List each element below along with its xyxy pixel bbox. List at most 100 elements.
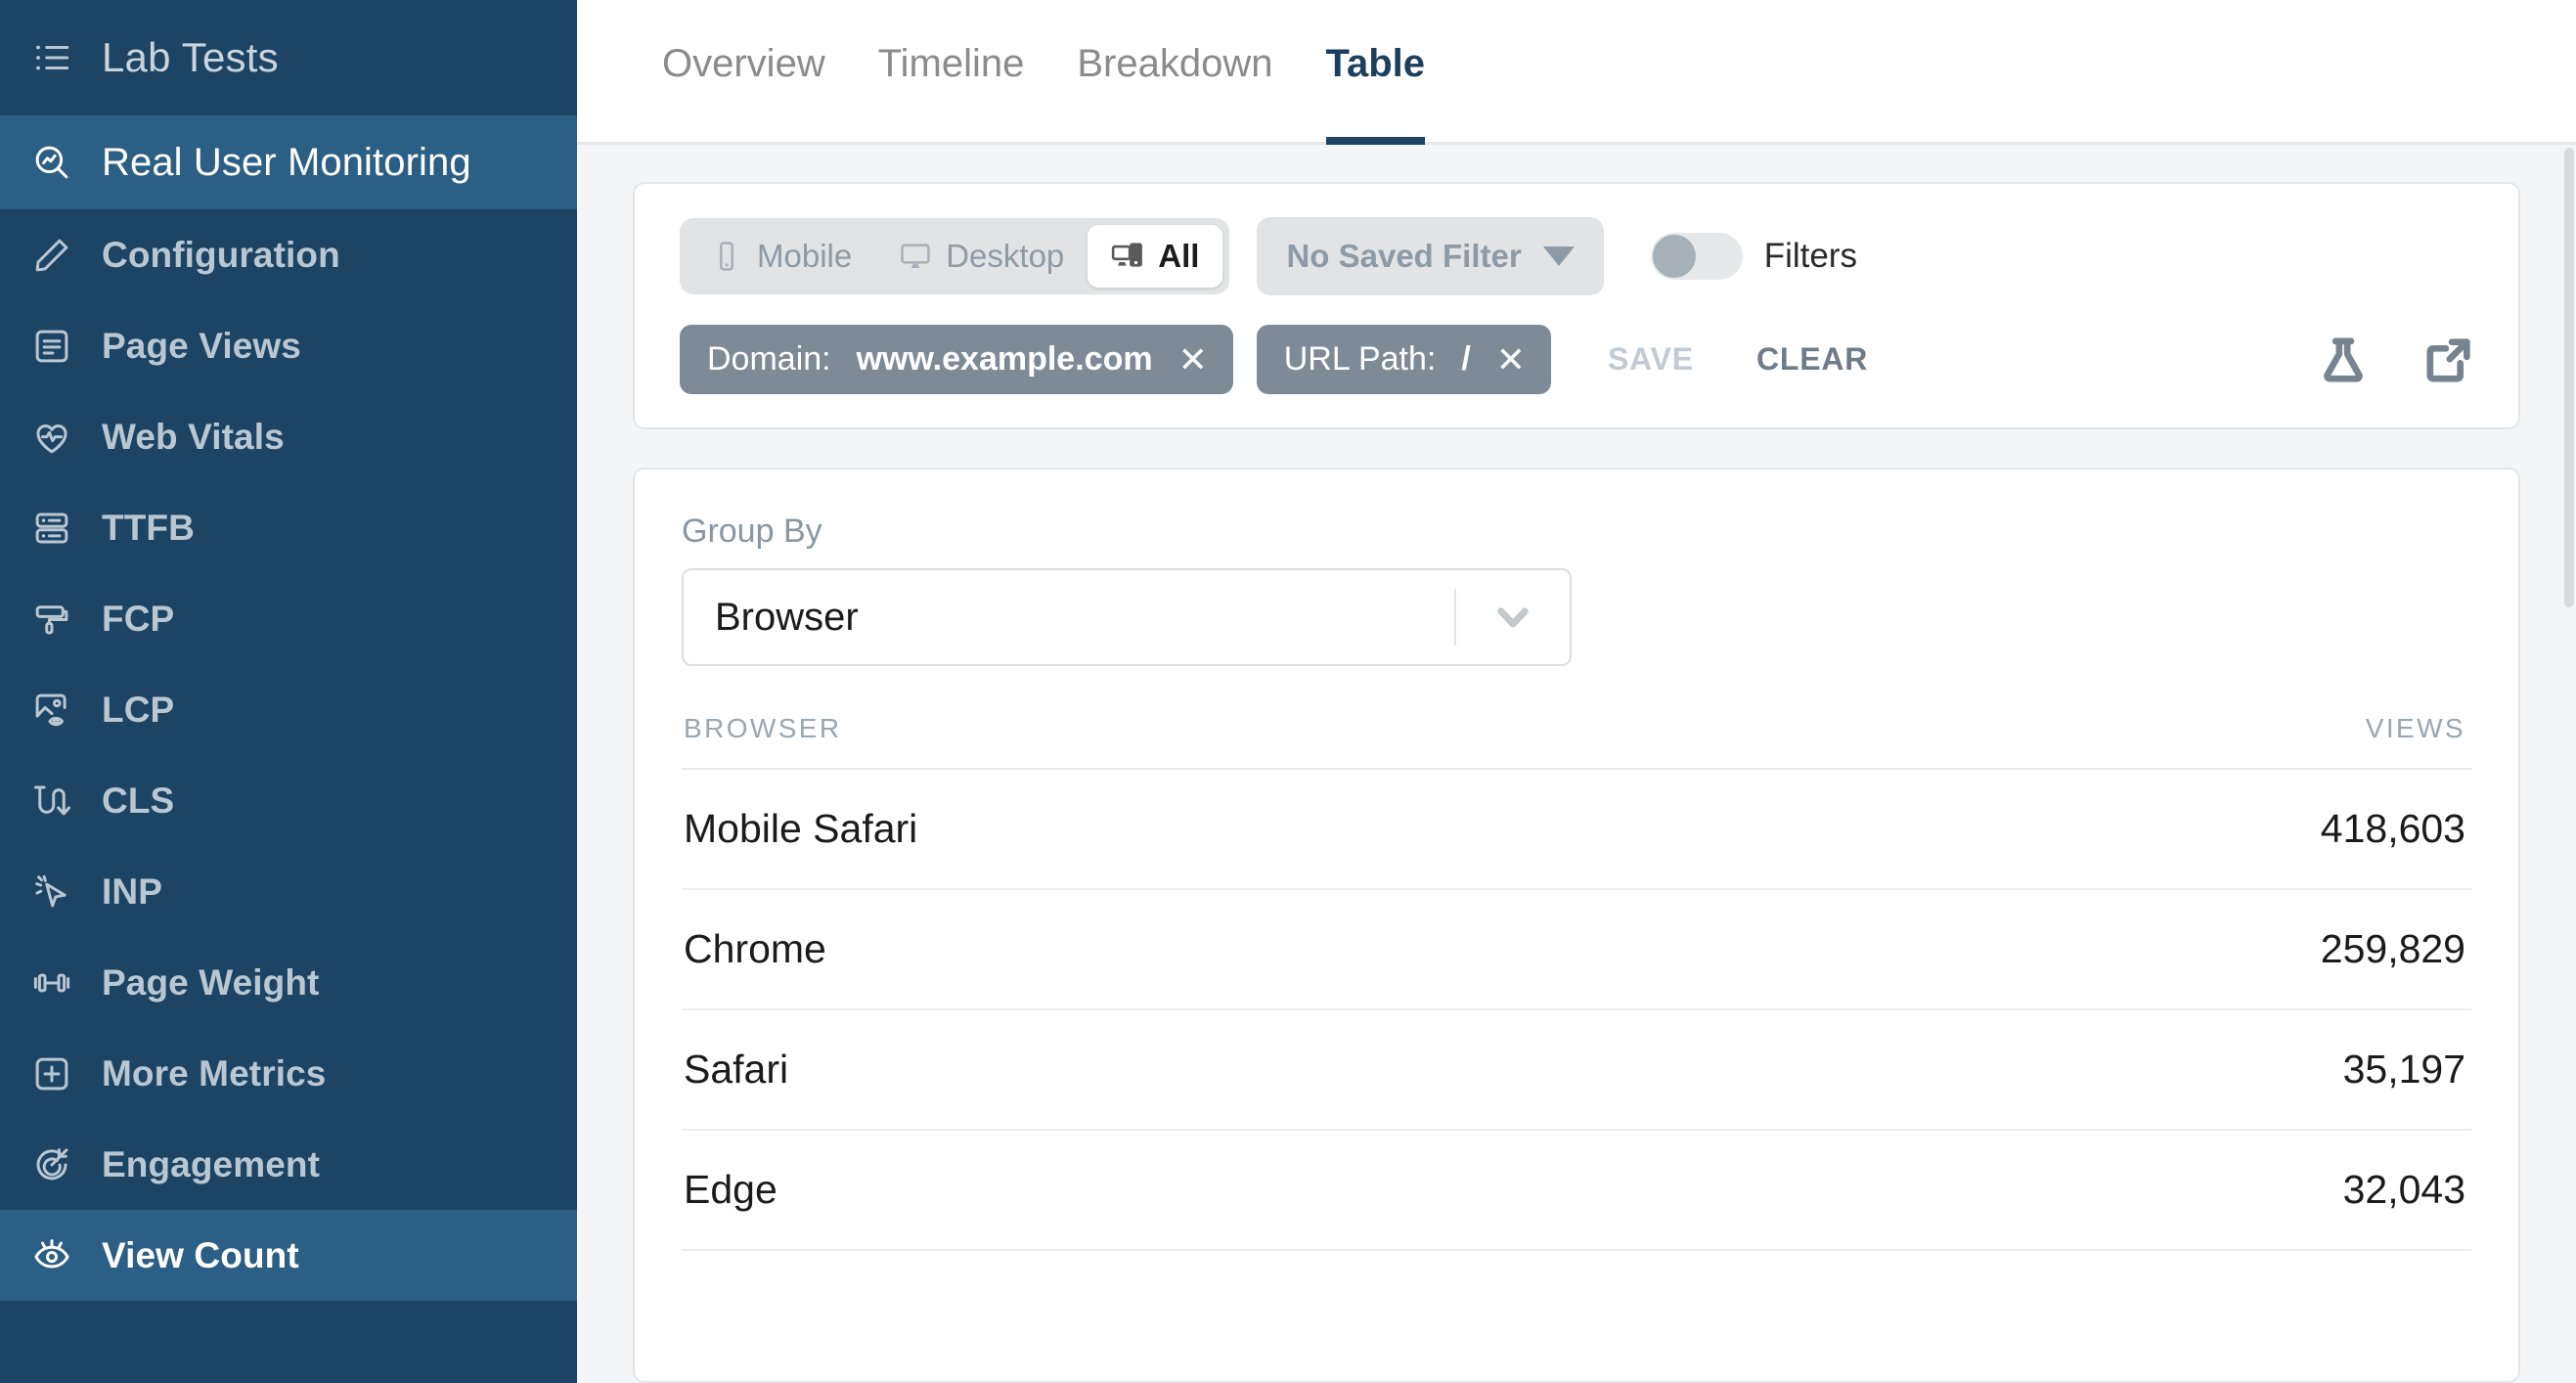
sidebar-item-label: Web Vitals — [102, 416, 285, 457]
dumbbell-icon — [29, 960, 74, 1005]
chevron-down-icon[interactable] — [1456, 597, 1570, 638]
sidebar-item-fcp[interactable]: FCP — [0, 573, 577, 664]
filters-toggle-group: Filters — [1650, 233, 1857, 280]
device-option-desktop[interactable]: Desktop — [875, 225, 1088, 288]
scrollbar-thumb[interactable] — [2564, 148, 2574, 607]
table-row[interactable]: Chrome 259,829 — [682, 890, 2471, 1010]
document-icon — [29, 324, 74, 369]
server-icon — [29, 506, 74, 551]
main-panel: Overview Timeline Breakdown Table Mobile — [577, 0, 2576, 1383]
column-header-browser: BROWSER — [684, 713, 842, 743]
sidebar-header[interactable]: Lab Tests — [0, 0, 577, 115]
sidebar-item-inp[interactable]: INP — [0, 846, 577, 937]
filters-toggle[interactable] — [1650, 233, 1743, 280]
sidebar-item-label: Page Weight — [102, 961, 320, 1003]
filters-toggle-label: Filters — [1763, 237, 1857, 275]
sidebar-item-label: Page Views — [102, 325, 301, 366]
row-browser-name: Mobile Safari — [684, 806, 918, 851]
row-views-value: 418,603 — [2320, 806, 2465, 851]
sidebar-item-label: Engagement — [102, 1143, 321, 1184]
sidebar-item-page-views[interactable]: Page Views — [0, 300, 577, 391]
monitor-icon — [899, 240, 932, 273]
heart-pulse-icon — [29, 415, 74, 460]
sidebar-item-label: View Count — [102, 1234, 299, 1275]
sidebar-item-label: Real User Monitoring — [102, 140, 471, 184]
device-option-mobile[interactable]: Mobile — [687, 225, 875, 288]
image-eye-icon — [29, 688, 74, 733]
external-link-icon[interactable] — [2424, 335, 2473, 384]
sidebar-item-ttfb[interactable]: TTFB — [0, 482, 577, 573]
row-browser-name: Safari — [684, 1047, 789, 1092]
saved-filter-dropdown[interactable]: No Saved Filter — [1257, 217, 1604, 295]
sidebar-item-page-weight[interactable]: Page Weight — [0, 937, 577, 1028]
table-row[interactable]: Safari 35,197 — [682, 1010, 2471, 1131]
device-option-label: All — [1158, 238, 1200, 274]
filter-controls-row: Mobile Desktop All No Saved Filter Filte… — [680, 217, 2473, 295]
clear-filter-button[interactable]: CLEAR — [1749, 341, 1876, 378]
save-filter-button[interactable]: SAVE — [1600, 341, 1702, 378]
table-card: Group By Browser BROWSER VIEWS Mobile Sa… — [633, 468, 2520, 1383]
sidebar-item-web-vitals[interactable]: Web Vitals — [0, 391, 577, 482]
close-icon[interactable]: ✕ — [1178, 341, 1208, 378]
tab-bar: Overview Timeline Breakdown Table — [577, 0, 2576, 145]
sidebar-item-label: FCP — [102, 598, 175, 639]
devices-icon — [1111, 240, 1144, 273]
sidebar-item-label: More Metrics — [102, 1052, 327, 1093]
row-browser-name: Edge — [684, 1167, 777, 1212]
device-option-all[interactable]: All — [1088, 225, 1223, 288]
column-header-views: VIEWS — [2365, 713, 2465, 743]
filter-chip-domain[interactable]: Domain: www.example.com ✕ — [680, 325, 1233, 394]
content-area: Mobile Desktop All No Saved Filter Filte… — [577, 145, 2576, 1383]
table-row[interactable]: Edge 32,043 — [682, 1131, 2471, 1251]
pencil-icon — [29, 233, 74, 278]
tab-timeline[interactable]: Timeline — [852, 0, 1051, 145]
toggle-knob — [1652, 235, 1696, 278]
filter-chip-url-path[interactable]: URL Path: / ✕ — [1256, 325, 1551, 394]
sidebar-item-configuration[interactable]: Configuration — [0, 209, 577, 300]
sidebar-item-engagement[interactable]: Engagement — [0, 1119, 577, 1210]
filter-card: Mobile Desktop All No Saved Filter Filte… — [633, 182, 2520, 429]
paint-roller-icon — [29, 597, 74, 642]
target-icon — [29, 1142, 74, 1187]
device-option-label: Desktop — [946, 238, 1065, 274]
list-icon — [29, 35, 74, 80]
sidebar: Lab Tests Real User Monitoring Configura… — [0, 0, 577, 1383]
sidebar-item-label: Configuration — [102, 234, 340, 275]
group-by-label: Group By — [682, 513, 822, 550]
row-views-value: 259,829 — [2320, 926, 2465, 971]
sidebar-item-cls[interactable]: CLS — [0, 755, 577, 846]
tab-table[interactable]: Table — [1300, 0, 1452, 145]
table-header-row: BROWSER VIEWS — [682, 666, 2471, 770]
row-browser-name: Chrome — [684, 926, 826, 971]
flask-icon[interactable] — [2319, 335, 2368, 384]
group-by-value: Browser — [715, 595, 859, 639]
filter-chip-key: URL Path: — [1283, 340, 1437, 378]
sidebar-item-lcp[interactable]: LCP — [0, 664, 577, 755]
filter-chip-key: Domain: — [707, 340, 831, 378]
sidebar-item-label: LCP — [102, 689, 175, 730]
app-root: Lab Tests Real User Monitoring Configura… — [0, 0, 2576, 1383]
device-option-label: Mobile — [757, 238, 853, 274]
sidebar-item-real-user-monitoring[interactable]: Real User Monitoring — [0, 115, 577, 209]
sidebar-item-label: INP — [102, 870, 162, 912]
caret-down-icon — [1542, 246, 1575, 266]
tab-breakdown[interactable]: Breakdown — [1050, 0, 1299, 145]
page-scrollbar[interactable] — [2562, 148, 2576, 1383]
cursor-click-icon — [29, 870, 74, 915]
group-by-select[interactable]: Browser — [682, 568, 1572, 666]
table-row[interactable]: Mobile Safari 418,603 — [682, 770, 2471, 890]
device-segmented-control: Mobile Desktop All — [680, 218, 1230, 294]
sidebar-item-view-count[interactable]: View Count — [0, 1210, 577, 1301]
sidebar-item-label: TTFB — [102, 507, 195, 548]
tab-overview[interactable]: Overview — [636, 0, 852, 145]
saved-filter-label: No Saved Filter — [1286, 238, 1522, 274]
shift-arrow-icon — [29, 779, 74, 824]
active-filters-row: Domain: www.example.com ✕ URL Path: / ✕ … — [680, 325, 2473, 394]
phone-icon — [710, 240, 743, 273]
close-icon[interactable]: ✕ — [1496, 341, 1526, 378]
sidebar-item-label: CLS — [102, 780, 175, 821]
filter-chip-value: www.example.com — [856, 340, 1153, 378]
filter-chip-value: / — [1461, 340, 1471, 378]
sidebar-item-more-metrics[interactable]: More Metrics — [0, 1028, 577, 1119]
eye-icon — [29, 1233, 74, 1278]
